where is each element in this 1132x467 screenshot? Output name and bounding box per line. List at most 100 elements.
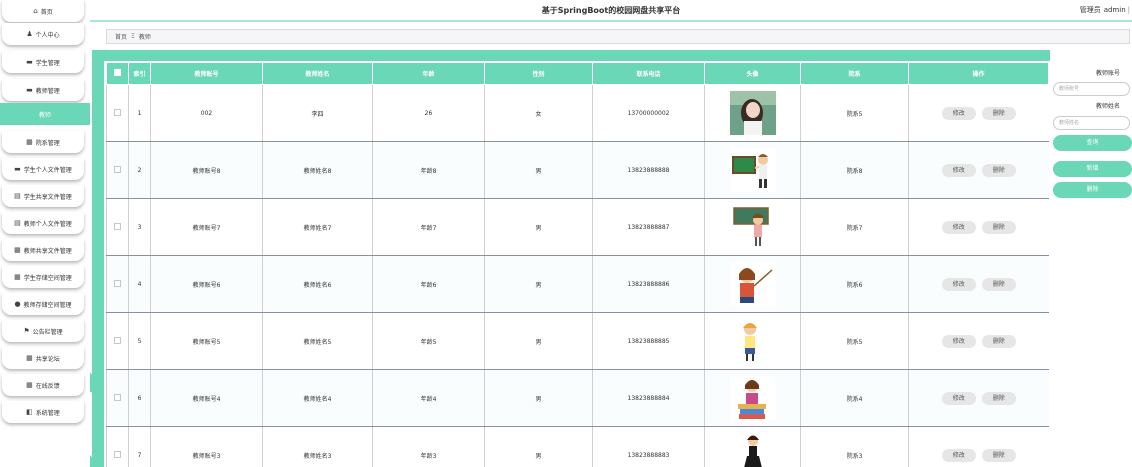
select-all-checkbox[interactable] <box>106 62 129 85</box>
teacher-phone: 13823888885 <box>592 312 705 370</box>
teacher-phone: 13700000002 <box>592 84 705 142</box>
edit-button[interactable]: 修改 <box>941 277 976 291</box>
delete-button[interactable]: 删除 <box>981 334 1016 348</box>
sidebar-item-label: 首页 <box>40 8 53 16</box>
breadcrumb-home[interactable]: 首页 <box>115 32 127 41</box>
edit-button[interactable]: 修改 <box>941 106 976 120</box>
folder-icon: ▤ <box>14 218 21 227</box>
folder-icon: ▤ <box>14 191 21 200</box>
sidebar-item[interactable]: ▦ 教师共享文件管理 <box>2 239 84 261</box>
row-actions: 修改 删除 <box>908 141 1049 199</box>
divider: | <box>1127 6 1130 14</box>
teacher-gender: 男 <box>484 426 593 467</box>
query-button[interactable]: 查询 <box>1053 135 1132 151</box>
teacher-phone: 13823888883 <box>592 426 705 467</box>
edit-button[interactable]: 修改 <box>941 220 976 234</box>
teacher-name: 教师姓名6 <box>262 255 373 313</box>
sidebar-item-label: 教师共享文件管理 <box>23 247 72 255</box>
sidebar-item-label: 个人中心 <box>35 31 60 39</box>
edit-button[interactable]: 修改 <box>941 448 976 462</box>
table-row: 7 教师账号3 教师姓名3 年龄3 男 13823888883 院系3 修改 删除 <box>106 426 1049 467</box>
sidebar-item[interactable]: ▬ 教师管理 <box>2 79 84 101</box>
avatar-image <box>729 262 776 306</box>
teacher-phone: 13823888888 <box>592 141 705 199</box>
row-index: 6 <box>128 369 151 427</box>
table-row: 5 教师账号5 教师姓名5 年龄5 男 13823888885 院系5 修改 删除 <box>106 312 1049 370</box>
account-search-label: 教师账号 <box>1095 70 1120 77</box>
teacher-name: 教师姓名4 <box>262 369 373 427</box>
add-button[interactable]: 新增 <box>1053 161 1132 177</box>
row-checkbox[interactable] <box>106 369 129 427</box>
sidebar-item[interactable]: ▦ 共享论坛 <box>2 347 84 369</box>
teacher-age: 年龄6 <box>372 255 485 313</box>
teacher-age: 年龄3 <box>372 426 485 467</box>
teacher-account: 教师账号7 <box>150 198 263 256</box>
teacher-gender: 男 <box>484 255 593 313</box>
sidebar-item[interactable]: ▬ 学生个人文件管理 <box>2 158 84 180</box>
teacher-avatar <box>704 426 801 467</box>
row-checkbox[interactable] <box>106 426 129 467</box>
sidebar-item-label: 学生管理 <box>35 59 60 67</box>
sidebar-item-label: 公告栏管理 <box>32 328 63 336</box>
breadcrumb-current: 教师 <box>138 34 151 41</box>
teacher-name: 教师姓名3 <box>262 426 373 467</box>
col-phone: 联系电话 <box>592 62 705 85</box>
teacher-age: 年龄8 <box>372 141 485 199</box>
row-checkbox[interactable] <box>106 84 129 142</box>
sidebar-item[interactable]: ♟ 个人中心 <box>2 23 84 45</box>
teacher-phone: 13823888886 <box>592 255 705 313</box>
flag-icon: ⚑ <box>23 326 30 335</box>
col-account: 教师账号 <box>150 62 263 85</box>
edit-button[interactable]: 修改 <box>941 334 976 348</box>
teacher-department: 院系6 <box>800 255 909 313</box>
teacher-department: 院系5 <box>800 84 909 142</box>
avatar-image <box>729 148 776 192</box>
sidebar-item[interactable]: ⚑ 公告栏管理 <box>2 320 84 342</box>
teacher-name: 教师姓名8 <box>262 141 373 199</box>
row-index: 5 <box>128 312 151 370</box>
sidebar-item[interactable]: 教师 <box>0 103 90 125</box>
delete-button[interactable]: 删除 <box>981 163 1016 177</box>
sidebar-item-label: 教师 <box>38 111 51 119</box>
delete-button[interactable]: 删除 <box>981 106 1016 120</box>
sidebar-item-label: 系统管理 <box>35 409 60 417</box>
row-checkbox[interactable] <box>106 312 129 370</box>
decorative-fold <box>90 455 100 467</box>
delete-button[interactable]: 删除 <box>981 391 1016 405</box>
monitor-icon: ▬ <box>26 85 33 94</box>
delete-button[interactable]: 删除 <box>981 277 1016 291</box>
delete-button[interactable]: 删除 <box>981 220 1016 234</box>
top-header: 基于SpringBoot的校园网盘共享平台 管理员 admin | <box>90 0 1132 22</box>
teacher-avatar <box>704 141 801 199</box>
edit-button[interactable]: 修改 <box>941 391 976 405</box>
teacher-department: 院系8 <box>800 141 909 199</box>
row-index: 2 <box>128 141 151 199</box>
name-search-input[interactable]: 教师姓名 <box>1053 116 1130 130</box>
edit-button[interactable]: 修改 <box>941 163 976 177</box>
row-checkbox[interactable] <box>106 141 129 199</box>
user-info[interactable]: 管理员 admin | <box>1080 5 1130 15</box>
avatar-image <box>729 376 776 420</box>
sidebar-item-label: 共享论坛 <box>35 355 60 363</box>
table-row: 6 教师账号4 教师姓名4 年龄4 男 13823888884 院系4 修改 删除 <box>106 369 1049 427</box>
sidebar-item[interactable]: ▦ 院系管理 <box>2 131 84 153</box>
table-row: 4 教师账号6 教师姓名6 年龄6 男 13823888886 院系6 修改 删除 <box>106 255 1049 313</box>
sidebar-item[interactable]: ▬ 学生管理 <box>2 51 84 73</box>
sidebar-item-label: 教师管理 <box>35 87 60 95</box>
batch-delete-button[interactable]: 删除 <box>1053 182 1132 198</box>
row-index: 3 <box>128 198 151 256</box>
username: admin <box>1103 6 1126 14</box>
sidebar-item[interactable]: ▦ 学生存储空间管理 <box>2 266 84 288</box>
col-actions: 操作 <box>908 62 1049 85</box>
sidebar-item[interactable]: ● 教师存储空间管理 <box>2 293 84 315</box>
account-search-input[interactable]: 教师账号 <box>1053 82 1130 96</box>
sidebar-item[interactable]: ◧ 系统管理 <box>2 401 84 423</box>
row-checkbox[interactable] <box>106 198 129 256</box>
sidebar-item[interactable]: ▤ 学生共享文件管理 <box>2 185 84 207</box>
sidebar-item-label: 学生个人文件管理 <box>23 166 72 174</box>
sidebar-item[interactable]: ▦ 在线反馈 <box>2 374 84 396</box>
delete-button[interactable]: 删除 <box>981 448 1016 462</box>
sidebar-item[interactable]: ▤ 教师个人文件管理 <box>2 212 84 234</box>
sidebar-item[interactable]: ⌂ 首页 <box>2 0 84 22</box>
row-checkbox[interactable] <box>106 255 129 313</box>
